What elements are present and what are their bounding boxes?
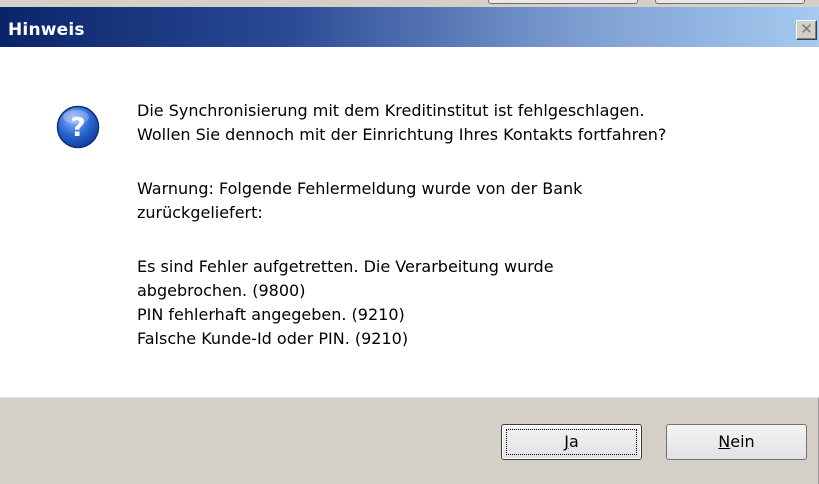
title-bar[interactable]: Hinweis ✕ [0,7,819,47]
yes-button[interactable]: Ja [501,424,642,460]
footer-divider [0,397,819,398]
no-label: ein [730,432,755,451]
message-line: Wollen Sie dennoch mit der Einrichtung I… [137,125,667,144]
message-dialog: Hinweis ✕ ? Die Synchronisierung mit dem… [0,7,819,484]
background-button [488,0,638,4]
message-line: Die Synchronisierung mit dem Kreditinsti… [137,101,645,120]
close-button[interactable]: ✕ [796,20,817,40]
error-line: abgebrochen. (9800) [137,281,306,300]
no-button[interactable]: Nein [666,424,807,460]
question-icon: ? [56,105,100,149]
error-line: Es sind Fehler aufgetretten. Die Verarbe… [137,257,554,276]
svg-text:?: ? [70,113,85,143]
focus-ring [506,429,637,455]
close-icon: ✕ [800,20,813,38]
warning-line: Warnung: Folgende Fehlermeldung wurde vo… [137,179,583,198]
background-button [655,0,805,4]
message-area: ? Die Synchronisierung mit dem Kreditins… [0,47,819,397]
no-accelerator: N [718,432,731,451]
warning-line: zurückgeliefert: [137,203,263,222]
error-line: Falsche Kunde-Id oder PIN. (9210) [137,329,409,348]
error-line: PIN fehlerhaft angegeben. (9210) [137,305,405,324]
dialog-title: Hinweis [8,20,85,40]
